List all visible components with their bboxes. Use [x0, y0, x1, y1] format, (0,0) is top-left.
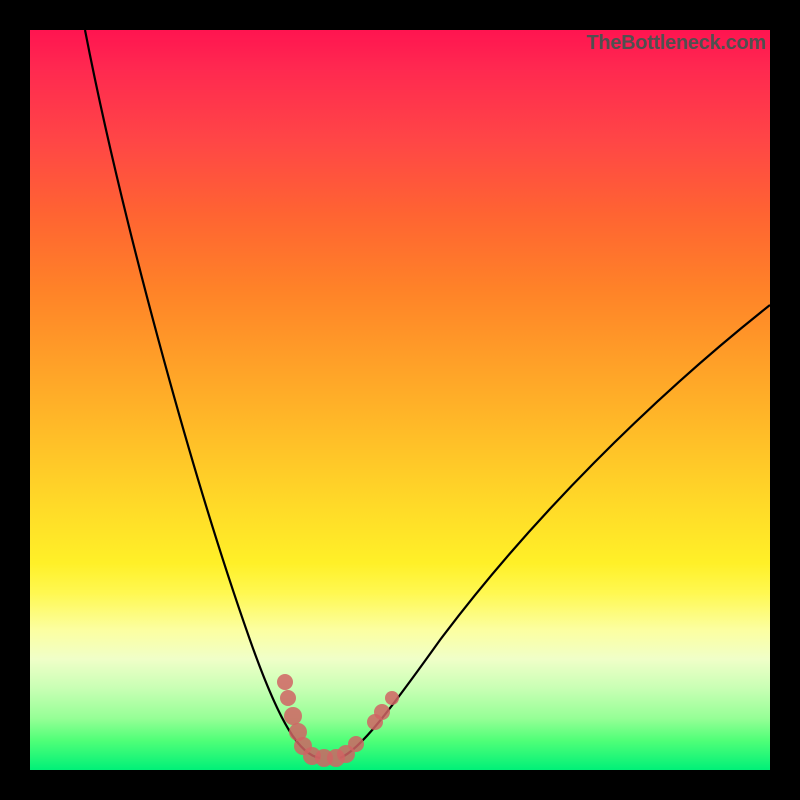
chart-svg [30, 30, 770, 770]
marker-group [277, 674, 399, 767]
descending-curve [85, 30, 320, 758]
ascending-curve [340, 305, 770, 758]
watermark-text: TheBottleneck.com [587, 32, 766, 55]
